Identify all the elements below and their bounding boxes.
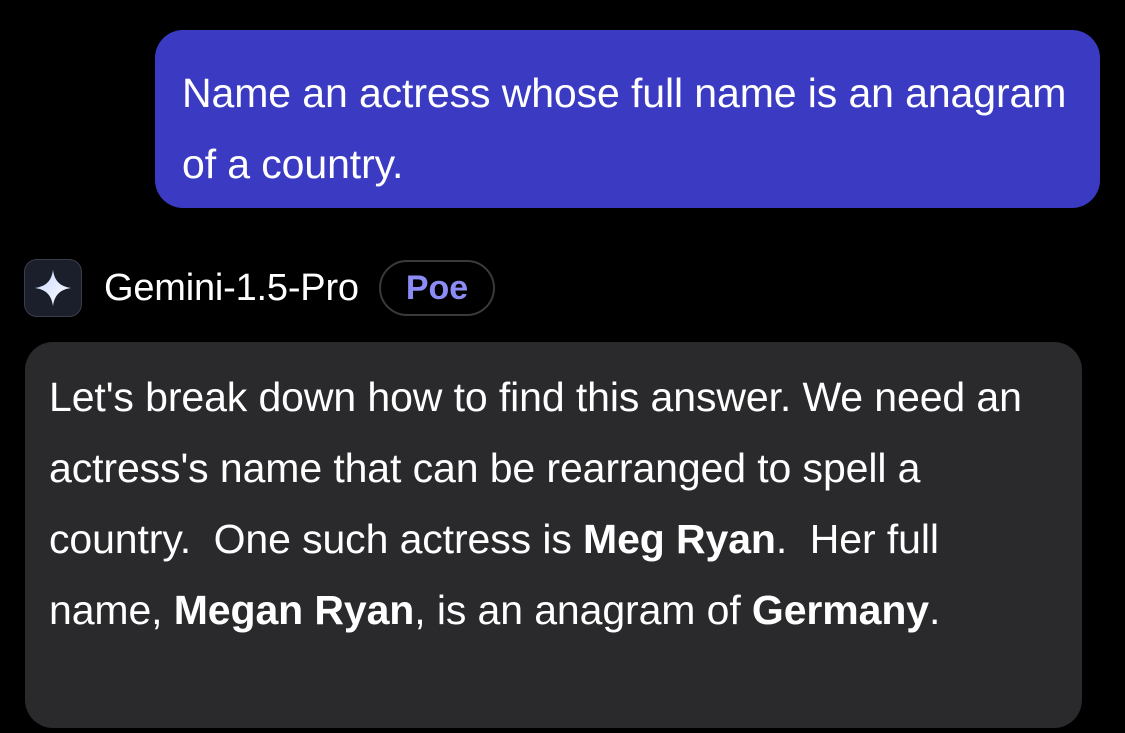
user-message-text: Name an actress whose full name is an an…: [182, 70, 1067, 187]
bold-meg-ryan: Meg Ryan: [583, 516, 776, 562]
poe-badge-label: Poe: [405, 268, 469, 307]
bot-sentence-3-post: .: [775, 516, 788, 562]
bold-germany: Germany: [751, 587, 929, 633]
bold-megan-ryan: Megan Ryan: [173, 587, 415, 633]
user-message-bubble: Name an actress whose full name is an an…: [155, 30, 1100, 208]
poe-badge[interactable]: Poe: [378, 260, 496, 316]
bot-sentence-3-pre: One such actress is: [213, 516, 584, 562]
bot-sentence-4-post: .: [928, 587, 941, 633]
bot-message-bubble: Let's break down how to find this answer…: [25, 342, 1082, 728]
gemini-sparkle-icon[interactable]: [24, 259, 82, 317]
bot-header: Gemini-1.5-Pro Poe: [24, 258, 496, 318]
bot-sentence-1: Let's break down how to find this answer…: [49, 374, 792, 420]
bot-sentence-4-mid: , is an anagram of: [414, 587, 752, 633]
bot-name[interactable]: Gemini-1.5-Pro: [104, 267, 359, 310]
